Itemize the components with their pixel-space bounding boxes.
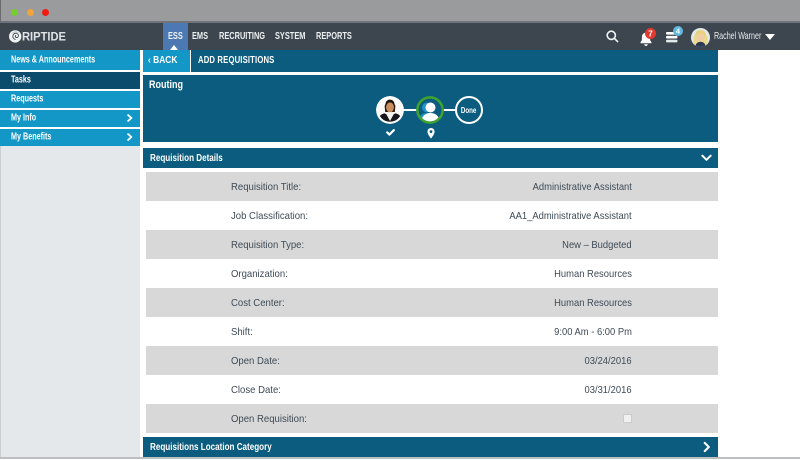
svg-text:RIPTIDE: RIPTIDE <box>22 31 66 42</box>
svg-text:7: 7 <box>648 29 653 38</box>
